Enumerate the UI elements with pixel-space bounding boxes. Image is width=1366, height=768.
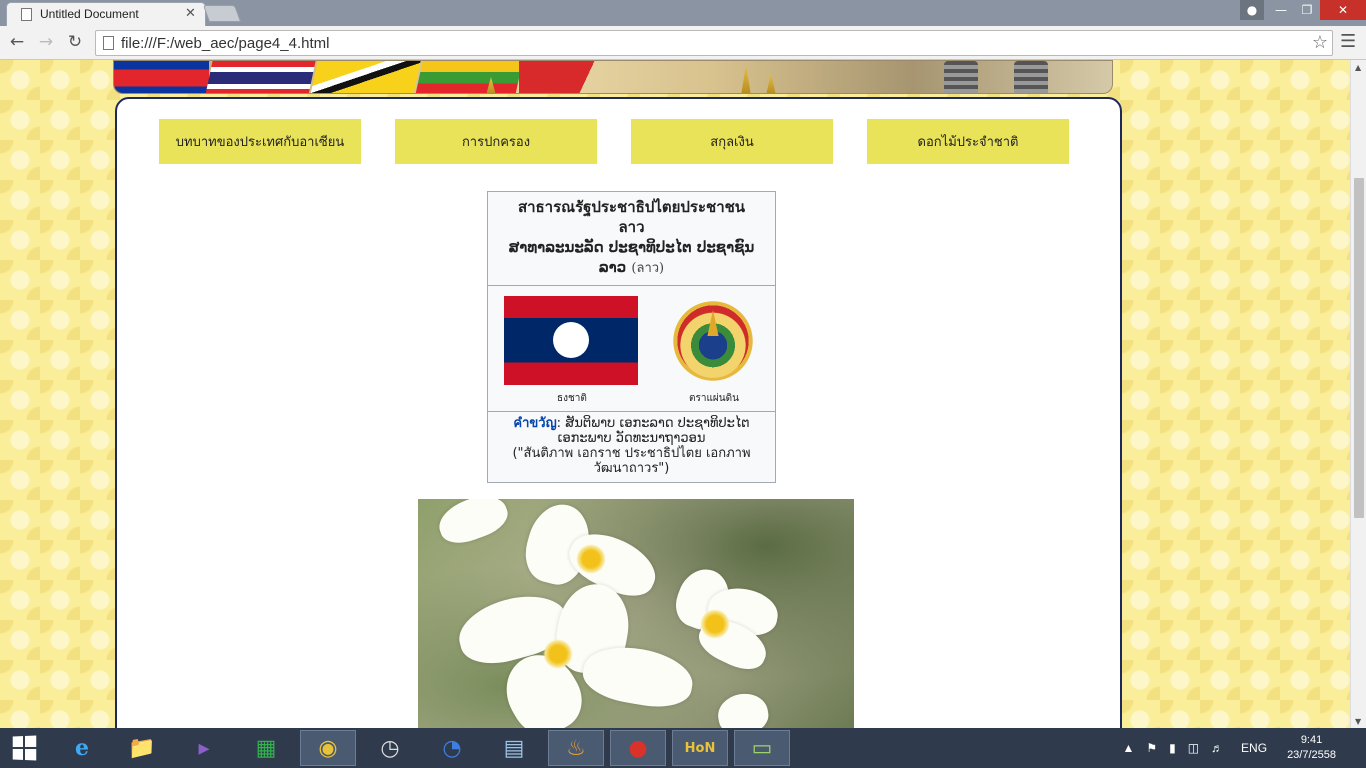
lao-name-line2: ລາວ bbox=[598, 258, 627, 276]
url-text[interactable]: file:///F:/web_aec/page4_4.html bbox=[121, 35, 329, 52]
content-card: บทบาทของประเทศกับอาเซียน การปกครอง สกุลเ… bbox=[115, 97, 1122, 728]
file-explorer-icon[interactable]: 📁 bbox=[114, 730, 170, 766]
flag-emblem-row: ธงชาติ ตราแผ่นดิน bbox=[488, 286, 775, 412]
restore-button[interactable]: ❐ bbox=[1294, 0, 1320, 20]
scroll-down-icon[interactable]: ▼ bbox=[1355, 717, 1361, 726]
thai-name-line2: ลาว bbox=[618, 218, 645, 236]
country-name-header: สาธารณรัฐประชาธิปไตยประชาชน ลาว ສາທາລະນະ… bbox=[488, 192, 775, 286]
power-icon[interactable]: ▮ bbox=[1169, 741, 1176, 755]
page-viewport: บทบาทของประเทศกับอาเซียน การปกครอง สกุลเ… bbox=[0, 60, 1350, 728]
temple-spire bbox=[741, 65, 751, 93]
emblem-caption[interactable]: ตราแผ่นดิน bbox=[689, 391, 739, 406]
flower-petal bbox=[714, 689, 772, 728]
motto-label[interactable]: คำขวัญ bbox=[513, 416, 556, 431]
emblem-stupa bbox=[707, 310, 719, 336]
window-controls: ● — ❐ ✕ bbox=[1240, 0, 1366, 20]
system-tray: ▲ ⚑ ▮ ◫ ♬ ENG 9:41 23/7/2558 bbox=[1116, 728, 1366, 768]
tab-government[interactable]: การปกครอง bbox=[395, 119, 597, 164]
windows-logo-icon bbox=[12, 735, 37, 761]
user-icon[interactable]: ● bbox=[1240, 0, 1264, 20]
hon-game-icon[interactable]: HoN bbox=[672, 730, 728, 766]
flower-center bbox=[700, 609, 730, 639]
back-arrow-icon[interactable]: ← bbox=[6, 31, 28, 53]
scroll-up-icon[interactable]: ▲ bbox=[1355, 63, 1361, 72]
paint-icon[interactable]: ♨ bbox=[548, 730, 604, 766]
national-flower-photo bbox=[418, 499, 854, 728]
page-icon bbox=[103, 36, 114, 50]
show-hidden-icons[interactable]: ▲ bbox=[1122, 741, 1134, 755]
browser-titlebar: Untitled Document ✕ ● — ❐ ✕ bbox=[0, 0, 1366, 26]
flower-petal bbox=[433, 499, 513, 550]
drive-icon[interactable]: ▭ bbox=[734, 730, 790, 766]
lao-name-line1: ສາທາລະນະລັດ ປະຊາທິປະໄຕ ປະຊາຊົນ bbox=[508, 238, 755, 256]
laos-emblem-image[interactable] bbox=[669, 298, 757, 384]
temple-spire bbox=[766, 73, 776, 93]
close-window-button[interactable]: ✕ bbox=[1320, 0, 1366, 20]
cambodia-flag bbox=[114, 61, 209, 93]
myanmar-flag bbox=[415, 61, 523, 93]
flag-moon bbox=[553, 322, 589, 358]
menu-icon[interactable]: ☰ bbox=[1340, 31, 1356, 52]
clock-time: 9:41 bbox=[1300, 734, 1323, 746]
clock-app-icon[interactable]: ◷ bbox=[362, 730, 418, 766]
flag-caption[interactable]: ธงชาติ bbox=[557, 391, 587, 406]
petronas-tower bbox=[1014, 61, 1048, 93]
browser-tab[interactable]: Untitled Document ✕ bbox=[6, 2, 206, 26]
store-icon[interactable]: ▦ bbox=[238, 730, 294, 766]
close-tab-icon[interactable]: ✕ bbox=[185, 6, 196, 21]
chrome-icon[interactable]: ◉ bbox=[300, 730, 356, 766]
asean-banner bbox=[113, 60, 1113, 94]
bookmark-star-icon[interactable]: ☆ bbox=[1312, 32, 1328, 53]
motto-lao: ສັນຕິພາບ ເອກະລາດ ປະຊາທິປະໄຕ ເອກະພາບ ວັດທ… bbox=[557, 416, 750, 446]
motto-thai: ("สันติภาพ เอกราช ประชาธิปไตย เอกภาพ วัฒ… bbox=[512, 446, 751, 476]
motto-separator: : bbox=[556, 416, 562, 431]
tab-title: Untitled Document bbox=[40, 7, 139, 21]
windows-taskbar: e 📁 ▸ ▦ ◉ ◷ ◔ ▤ ♨ ● HoN ▭ ▲ ⚑ ▮ ◫ ♬ ENG … bbox=[0, 728, 1366, 768]
new-tab-button[interactable] bbox=[202, 5, 242, 22]
reload-icon[interactable]: ↻ bbox=[64, 31, 86, 53]
flower-center bbox=[576, 544, 606, 574]
language-note[interactable]: (ลาว) bbox=[631, 261, 664, 276]
visual-studio-icon[interactable]: ▸ bbox=[176, 730, 232, 766]
tab-national-flower[interactable]: ดอกไม้ประจำชาติ bbox=[867, 119, 1069, 164]
laos-flag-image[interactable] bbox=[504, 296, 638, 385]
vietnam-flag bbox=[519, 61, 629, 93]
document-icon bbox=[21, 8, 32, 21]
monitor-app-icon[interactable]: ▤ bbox=[486, 730, 542, 766]
flower-center bbox=[543, 639, 573, 669]
scroll-thumb[interactable] bbox=[1354, 178, 1364, 518]
thailand-flag bbox=[205, 61, 316, 93]
network-icon[interactable]: ◫ bbox=[1188, 741, 1199, 755]
minimize-button[interactable]: — bbox=[1268, 0, 1294, 20]
tab-currency[interactable]: สกุลเงิน bbox=[631, 119, 833, 164]
browser-toolbar: ← → ↻ file:///F:/web_aec/page4_4.html ☆ … bbox=[0, 26, 1366, 60]
thai-name-line1: สาธารณรัฐประชาธิปไตยประชาชน bbox=[517, 198, 746, 216]
forward-arrow-icon[interactable]: → bbox=[35, 31, 57, 53]
tab-role-in-asean[interactable]: บทบาทของประเทศกับอาเซียน bbox=[159, 119, 361, 164]
game-app-icon[interactable]: ● bbox=[610, 730, 666, 766]
browser-app-icon[interactable]: ◔ bbox=[424, 730, 480, 766]
action-center-icon[interactable]: ⚑ bbox=[1146, 741, 1157, 755]
clock[interactable]: 9:41 23/7/2558 bbox=[1287, 733, 1336, 763]
clock-date: 23/7/2558 bbox=[1287, 749, 1336, 761]
petronas-tower bbox=[944, 61, 978, 93]
country-infobox: สาธารณรัฐประชาธิปไตยประชาชน ลาว ສາທາລະນະ… bbox=[487, 191, 776, 483]
language-indicator[interactable]: ENG bbox=[1241, 741, 1267, 755]
start-button[interactable] bbox=[0, 730, 48, 766]
internet-explorer-icon[interactable]: e bbox=[54, 730, 110, 766]
brunei-flag bbox=[310, 61, 421, 93]
address-bar[interactable]: file:///F:/web_aec/page4_4.html ☆ bbox=[95, 30, 1333, 56]
volume-icon[interactable]: ♬ bbox=[1211, 741, 1223, 755]
page-scrollbar[interactable]: ▲ ▼ bbox=[1350, 60, 1366, 728]
motto-section: คำขวัญ: ສັນຕິພາບ ເອກະລາດ ປະຊາທິປະໄຕ ເອກະ… bbox=[488, 412, 775, 480]
